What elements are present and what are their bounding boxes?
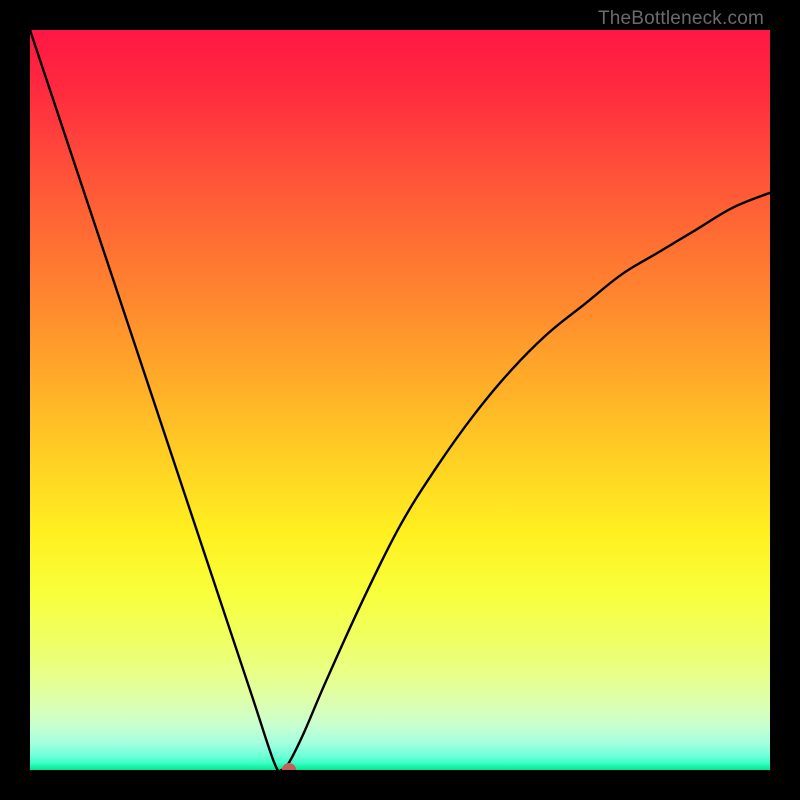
chart-container: TheBottleneck.com xyxy=(0,0,800,800)
watermark-text: TheBottleneck.com xyxy=(598,8,764,30)
bottleneck-curve xyxy=(30,30,770,770)
plot-area xyxy=(30,30,770,770)
optimal-point-marker xyxy=(282,763,296,770)
